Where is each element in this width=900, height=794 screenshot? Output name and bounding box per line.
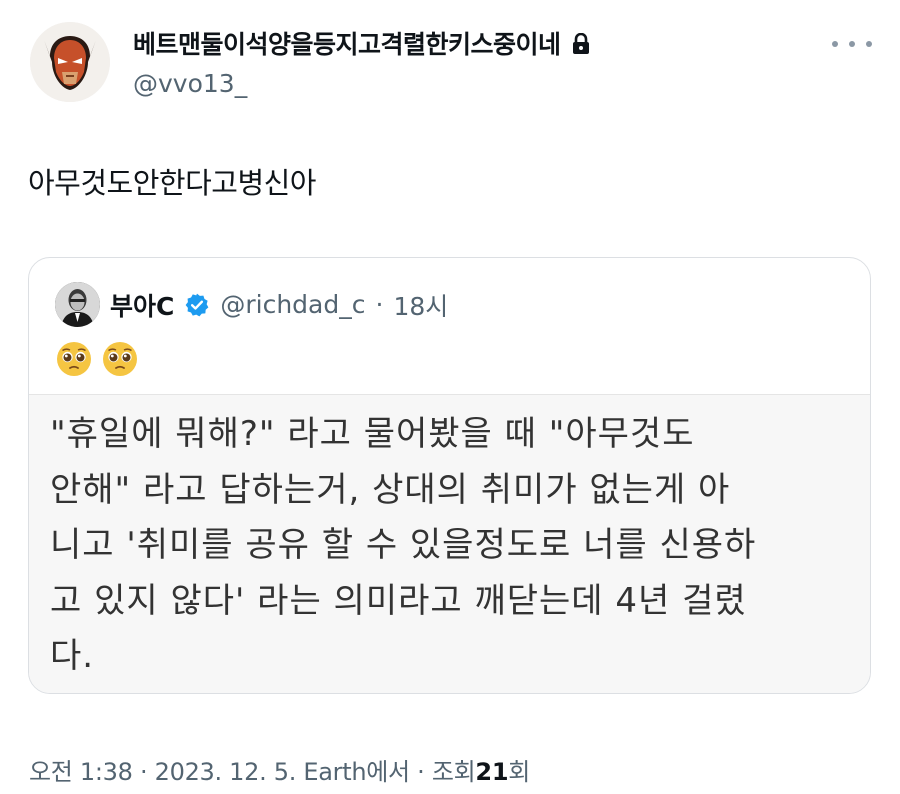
dot-icon (849, 41, 855, 47)
author-name-text: 베트맨둘이석양을등지고격렬한키스중이네 (133, 30, 561, 59)
quote-image-line: "휴일에 뭐해?" 라고 물어봤을 때 "아무것도 (50, 414, 695, 454)
dot-icon (832, 41, 838, 47)
tweet-text: 아무것도안한다고병신아 (28, 166, 316, 200)
quote-header: 부아C @richdad_c · 18시 (55, 282, 448, 327)
more-options-button[interactable] (832, 34, 872, 54)
quote-image-line: 니고 '취미를 공유 할 수 있을정도로 너를 신용하 (50, 525, 757, 565)
views-label: 조회 (431, 758, 476, 786)
views-suffix: 회 (508, 758, 531, 786)
tweet-source: Earth에서 (303, 758, 410, 786)
tweet-time[interactable]: 오전 1:38 (29, 758, 133, 786)
author-display-name[interactable]: 베트맨둘이석양을등지고격렬한키스중이네 (133, 25, 591, 61)
quote-emojis (55, 340, 139, 378)
quote-tweet-card[interactable]: 부아C @richdad_c · 18시 "휴일에 뭐해?" 라고 물어봤을 때… (28, 257, 871, 694)
tweet-date[interactable]: 2023. 12. 5. (155, 758, 297, 786)
quote-author-avatar[interactable] (55, 282, 100, 327)
pleading-face-emoji-icon (101, 340, 139, 378)
quote-image-text: "휴일에 뭐해?" 라고 물어봤을 때 "아무것도 안해" 라고 답하는거, 상… (50, 407, 845, 685)
quote-timestamp[interactable]: 18시 (393, 287, 448, 323)
quote-image-line: 다. (50, 636, 95, 676)
author-handle[interactable]: @vvo13_ (133, 69, 247, 98)
pleading-face-emoji-icon (55, 340, 93, 378)
quote-author-name[interactable]: 부아C (110, 287, 174, 323)
person-avatar-icon (55, 282, 100, 327)
tweet-meta: 오전 1:38 · 2023. 12. 5. Earth에서 · 조회21회 (29, 752, 530, 787)
separator-dot: · (417, 758, 425, 786)
quote-author-handle[interactable]: @richdad_c (220, 290, 365, 319)
separator-dot: · (139, 758, 148, 786)
views-count: 21 (475, 758, 509, 786)
author-avatar[interactable] (30, 22, 110, 102)
quote-attached-image[interactable]: "휴일에 뭐해?" 라고 물어봤을 때 "아무것도 안해" 라고 답하는거, 상… (29, 394, 870, 693)
wolverine-mask-avatar-icon (30, 22, 110, 102)
quote-image-line: 안해" 라고 답하는거, 상대의 취미가 없는게 아 (50, 469, 731, 510)
quote-image-line: 고 있지 않다' 라는 의미라고 깨닫는데 4년 걸렸 (50, 580, 747, 621)
dot-icon (866, 41, 872, 47)
verified-badge-icon (184, 292, 210, 318)
separator-dot: · (375, 290, 384, 319)
lock-icon (571, 32, 591, 54)
